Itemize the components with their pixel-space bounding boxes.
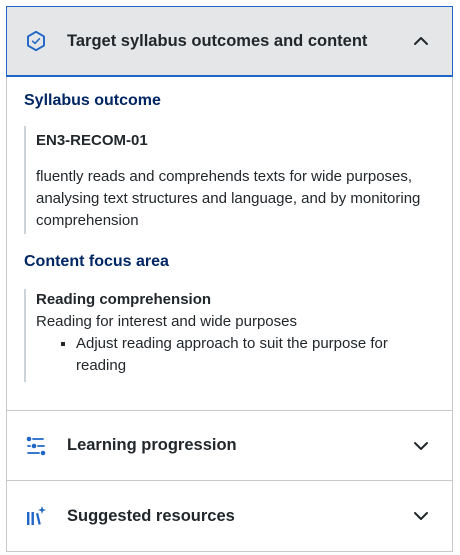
- panel-title: Learning progression: [67, 436, 237, 454]
- progression-icon: [25, 435, 47, 457]
- suggested-resources-header[interactable]: Suggested resources: [6, 481, 453, 552]
- library-sparkle-icon: [25, 505, 47, 527]
- target-syllabus-header[interactable]: Target syllabus outcomes and content: [6, 6, 453, 77]
- focus-subtitle: Reading for interest and wide purposes: [36, 313, 297, 330]
- focus-list: Adjust reading approach to suit the purp…: [36, 333, 436, 382]
- focus-block: Reading comprehension Reading for intere…: [24, 289, 436, 382]
- outcome-block: EN3-RECOM-01 fluently reads and comprehe…: [24, 126, 436, 234]
- hexagon-check-icon: [25, 30, 47, 52]
- panel-title: Suggested resources: [67, 506, 235, 525]
- panel-title: Target syllabus outcomes and content: [67, 31, 368, 50]
- focus-title: Reading comprehension: [36, 291, 212, 308]
- chevron-down-icon[interactable]: [412, 437, 430, 455]
- syllabus-outcome-heading: Syllabus outcome: [24, 92, 161, 109]
- chevron-up-icon[interactable]: [412, 32, 430, 50]
- accordion: Target syllabus outcomes and content Syl…: [6, 6, 453, 552]
- chevron-down-icon[interactable]: [412, 507, 430, 525]
- list-item: Adjust reading approach to suit the purp…: [76, 333, 436, 382]
- target-syllabus-content: Syllabus outcome EN3-RECOM-01 fluently r…: [6, 77, 453, 410]
- learning-progression-header[interactable]: Learning progression: [6, 410, 453, 481]
- outcome-code: EN3-RECOM-01: [36, 132, 148, 149]
- content-focus-heading: Content focus area: [24, 253, 169, 270]
- outcome-description: fluently reads and comprehends texts for…: [36, 168, 421, 229]
